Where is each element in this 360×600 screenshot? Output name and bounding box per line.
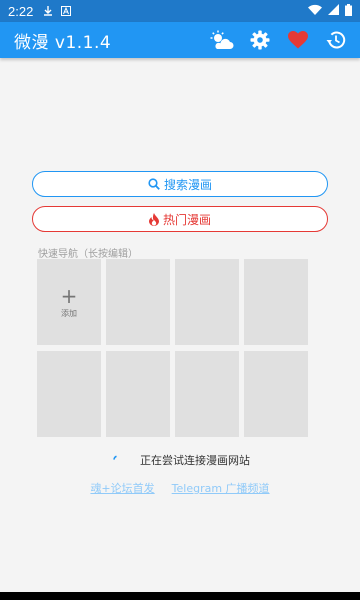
quick-nav-add-tile[interactable]: + 添加 — [37, 259, 101, 345]
history-icon[interactable] — [324, 28, 348, 52]
status-bar: 2:22 — [0, 0, 360, 22]
quick-nav-grid: + 添加 — [37, 259, 308, 437]
quick-nav-slot[interactable] — [175, 259, 239, 345]
quick-nav-slot[interactable] — [106, 351, 170, 437]
app-bar: 微漫 v1.1.4 — [0, 22, 360, 58]
favorite-icon[interactable] — [286, 28, 310, 52]
download-icon — [43, 6, 53, 16]
quick-nav-slot[interactable] — [106, 259, 170, 345]
app-bar-actions — [196, 28, 348, 52]
plus-icon: + — [60, 283, 78, 308]
hot-comics-button[interactable]: 热门漫画 — [32, 206, 328, 232]
quick-nav-slot[interactable] — [244, 351, 308, 437]
status-time: 2:22 — [8, 3, 34, 19]
system-nav-bar — [0, 592, 360, 600]
footer-links: 魂+论坛首发 Telegram 广播频道 — [0, 480, 360, 496]
quick-nav-slot[interactable] — [37, 351, 101, 437]
wifi-icon — [308, 4, 322, 18]
loading-spinner-icon — [110, 455, 120, 465]
loading-text: 正在尝试连接漫画网站 — [140, 454, 250, 467]
signal-icon — [328, 4, 339, 18]
loading-indicator: 正在尝试连接漫画网站 — [0, 452, 360, 468]
app-title: 微漫 v1.1.4 — [14, 32, 112, 53]
battery-icon — [345, 3, 352, 19]
add-label: 添加 — [61, 308, 77, 318]
weather-icon[interactable] — [210, 28, 234, 52]
quick-nav-label: 快速导航（长按编辑） — [38, 249, 138, 260]
quick-nav-slot[interactable] — [244, 259, 308, 345]
hot-comics-label: 热门漫画 — [162, 212, 211, 227]
search-icon — [148, 178, 160, 190]
telegram-link[interactable]: Telegram 广播频道 — [172, 480, 270, 496]
a-box-icon — [61, 6, 72, 16]
settings-icon[interactable] — [248, 28, 272, 52]
search-comics-label: 搜索漫画 — [163, 177, 212, 192]
forum-link[interactable]: 魂+论坛首发 — [90, 480, 154, 496]
fire-icon — [148, 212, 159, 226]
search-comics-button[interactable]: 搜索漫画 — [32, 171, 328, 197]
quick-nav-slot[interactable] — [175, 351, 239, 437]
